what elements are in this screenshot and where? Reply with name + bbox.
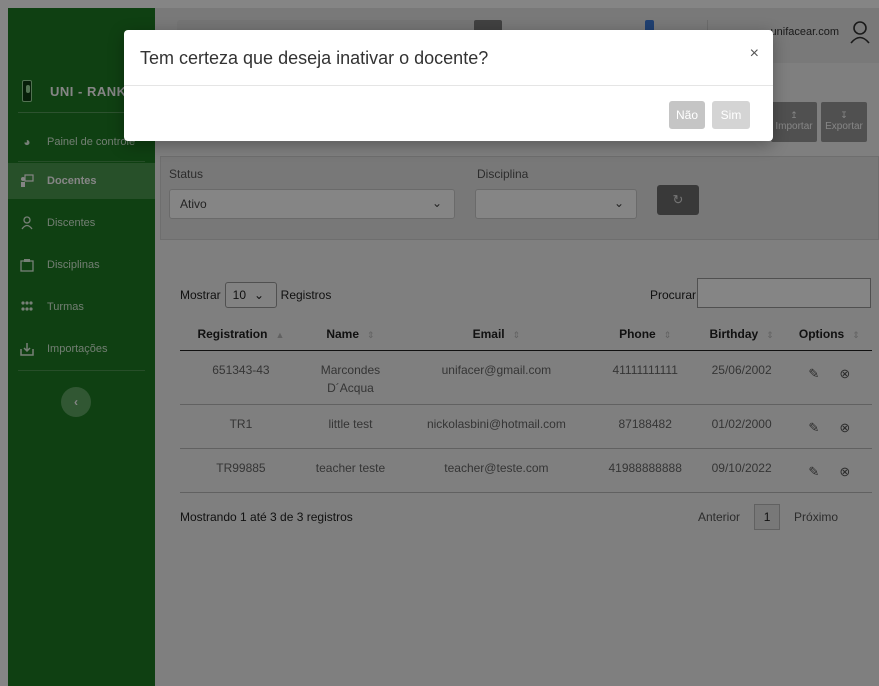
no-button[interactable]: Não xyxy=(669,101,705,129)
confirm-deactivate-modal: Tem certeza que deseja inativar o docent… xyxy=(124,30,773,141)
close-icon[interactable]: × xyxy=(750,45,759,63)
modal-divider xyxy=(124,85,773,86)
yes-button[interactable]: Sim xyxy=(712,101,750,129)
modal-title: Tem certeza que deseja inativar o docent… xyxy=(140,48,489,68)
